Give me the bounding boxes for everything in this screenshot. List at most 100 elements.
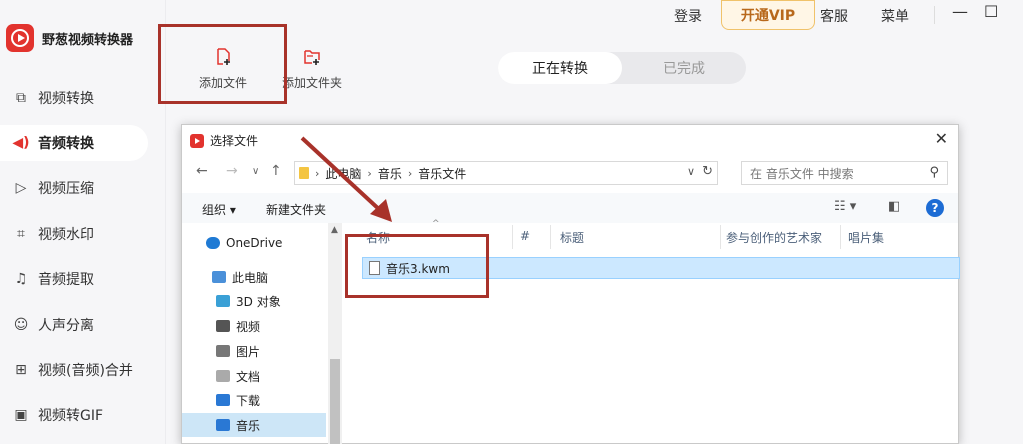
cloud-icon <box>206 237 220 249</box>
breadcrumb-sep: › <box>407 166 413 180</box>
window-divider <box>934 6 935 24</box>
3d-objects-icon <box>216 295 230 307</box>
refresh-icon[interactable]: ↻ <box>702 164 713 179</box>
video-watermark-icon: ⌗ <box>17 226 25 242</box>
merge-icon: ⊞ <box>15 362 27 378</box>
sidebar-item-audio-extract[interactable]: ♫ 音频提取 <box>0 261 148 297</box>
sidebar-item-merge[interactable]: ⊞ 视频(音频)合并 <box>0 352 148 388</box>
column-divider <box>720 225 721 249</box>
sidebar-item-vocal-separate[interactable]: ☺ 人声分离 <box>0 307 148 343</box>
nav-tree-item[interactable]: 图片 <box>182 339 326 363</box>
nav-tree-label: 文档 <box>236 369 261 384</box>
sort-caret-icon: ^ <box>432 219 440 229</box>
nav-pane-scrollbar[interactable]: ▲ <box>328 223 342 444</box>
search-icon: ⚲ <box>929 165 939 180</box>
sidebar-item-audio-convert[interactable]: ◀) 音频转换 <box>0 125 148 161</box>
audio-extract-icon: ♫ <box>14 271 28 287</box>
address-dropdown-icon[interactable]: ∨ <box>687 165 695 178</box>
scroll-up-icon[interactable]: ▲ <box>331 225 338 235</box>
up-arrow-icon[interactable]: ↑ <box>270 163 282 179</box>
music-icon <box>216 419 230 431</box>
organize-menu[interactable]: 组织 ▾ <box>202 201 236 218</box>
nav-tree-item[interactable]: OneDrive <box>182 231 326 255</box>
breadcrumb-sep: › <box>367 166 372 180</box>
dialog-app-icon <box>190 133 204 148</box>
breadcrumb-sep: › <box>315 166 320 180</box>
breadcrumb-music-files[interactable]: 音乐文件 <box>418 165 466 182</box>
sidebar: 野葱视频转换器 ⧉ 视频转换 ◀) 音频转换 ▷ 视频压缩 ⌗ 视频水印 ♫ 音频提取 ☺ 人声分离 ⊞… <box>0 0 166 444</box>
sidebar-item-label: 视频转GIF <box>38 408 104 424</box>
address-bar[interactable]: › 此电脑 › 音乐 › 音乐文件 ∨ ↻ <box>294 161 718 185</box>
scroll-thumb[interactable] <box>330 359 340 444</box>
new-folder-button[interactable]: 新建文件夹 <box>266 201 326 218</box>
vocal-separate-icon: ☺ <box>13 317 29 333</box>
video-compress-icon: ▷ <box>15 180 27 196</box>
sidebar-item-video-convert[interactable]: ⧉ 视频转换 <box>0 80 148 116</box>
nav-tree-item[interactable]: 音乐 <box>182 413 326 437</box>
highlight-file <box>345 234 489 298</box>
minimize-button[interactable]: — <box>952 2 968 21</box>
nav-tree-item[interactable]: 下载 <box>182 388 326 412</box>
column-number[interactable]: # <box>520 229 530 243</box>
nav-tree-item[interactable]: 此电脑 <box>182 265 326 289</box>
logo-icon <box>6 24 34 52</box>
nav-tree-label: OneDrive <box>226 236 283 250</box>
sidebar-item-label: 视频转换 <box>38 91 94 107</box>
back-arrow-icon[interactable]: ← <box>196 163 208 179</box>
documents-icon <box>216 370 230 382</box>
search-input[interactable]: 在 音乐文件 中搜索 ⚲ <box>741 161 948 185</box>
pictures-icon <box>216 345 230 357</box>
folder-icon <box>299 167 309 179</box>
download-icon <box>216 394 230 406</box>
menu-link[interactable]: 菜单 <box>881 6 909 26</box>
video-convert-icon: ⧉ <box>16 90 26 106</box>
dialog-close-button[interactable]: ✕ <box>935 129 948 148</box>
sidebar-item-gif[interactable]: ▣ 视频转GIF <box>0 397 148 433</box>
nav-tree-label: 图片 <box>236 344 261 359</box>
sidebar-item-label: 人声分离 <box>38 318 94 334</box>
app-logo: 野葱视频转换器 <box>6 24 133 52</box>
sidebar-item-label: 视频(音频)合并 <box>38 363 133 379</box>
vip-button[interactable]: 开通VIP <box>721 0 815 30</box>
column-title[interactable]: 标题 <box>560 229 584 246</box>
nav-tree-label: 视频 <box>236 319 261 334</box>
sidebar-item-video-compress[interactable]: ▷ 视频压缩 <box>0 170 148 206</box>
tab-done[interactable]: 已完成 <box>622 52 746 84</box>
file-dialog: 选择文件 ✕ ← → ∨ ↑ › 此电脑 › 音乐 › 音乐文件 ∨ ↻ 在 音… <box>181 124 960 444</box>
breadcrumb-music[interactable]: 音乐 <box>378 165 402 182</box>
forward-arrow-icon[interactable]: → <box>226 163 238 179</box>
breadcrumb-pc[interactable]: 此电脑 <box>325 165 361 182</box>
add-folder-label: 添加文件夹 <box>281 76 342 90</box>
tab-converting[interactable]: 正在转换 <box>498 52 622 84</box>
column-album[interactable]: 唱片集 <box>848 229 884 246</box>
sidebar-item-video-watermark[interactable]: ⌗ 视频水印 <box>0 216 148 252</box>
nav-tree-item[interactable]: 3D 对象 <box>182 289 326 313</box>
column-divider <box>550 225 551 249</box>
customer-service-link[interactable]: 客服 <box>820 6 848 26</box>
dialog-nav-row: ← → ∨ ↑ › 此电脑 › 音乐 › 音乐文件 ∨ ↻ 在 音乐文件 中搜索… <box>182 159 958 187</box>
column-divider <box>840 225 841 249</box>
nav-tree-label: 音乐 <box>236 418 261 433</box>
preview-pane-icon[interactable]: ◧ <box>888 199 900 214</box>
nav-tree-label: 此电脑 <box>232 270 269 285</box>
nav-tree-label: 下载 <box>236 393 261 408</box>
login-link[interactable]: 登录 <box>674 6 702 26</box>
app-window: 野葱视频转换器 ⧉ 视频转换 ◀) 音频转换 ▷ 视频压缩 ⌗ 视频水印 ♫ 音频提取 ☺ 人声分离 ⊞… <box>0 0 1023 444</box>
view-options-icon[interactable]: ☷ ▾ <box>834 199 856 214</box>
status-tabs: 正在转换 已完成 <box>498 52 746 84</box>
navigation-pane: OneDrive 此电脑 3D 对象视频图片文档下载音乐 ▲ <box>182 223 342 444</box>
column-divider <box>512 225 513 249</box>
video-folder-icon <box>216 320 230 332</box>
app-name: 野葱视频转换器 <box>42 32 134 48</box>
recent-dropdown-icon[interactable]: ∨ <box>252 166 259 177</box>
dialog-title: 选择文件 <box>210 134 259 148</box>
nav-tree-item[interactable]: 文档 <box>182 364 326 388</box>
maximize-button[interactable]: ☐ <box>984 2 998 21</box>
gif-icon: ▣ <box>14 407 28 423</box>
help-icon[interactable]: ? <box>926 199 944 217</box>
sidebar-item-label: 音频转换 <box>38 136 94 152</box>
audio-convert-icon: ◀) <box>12 135 30 151</box>
add-folder-button[interactable]: 添加文件夹 <box>277 48 347 91</box>
column-artist[interactable]: 参与创作的艺术家 <box>726 229 822 246</box>
nav-tree-item[interactable]: 视频 <box>182 314 326 338</box>
